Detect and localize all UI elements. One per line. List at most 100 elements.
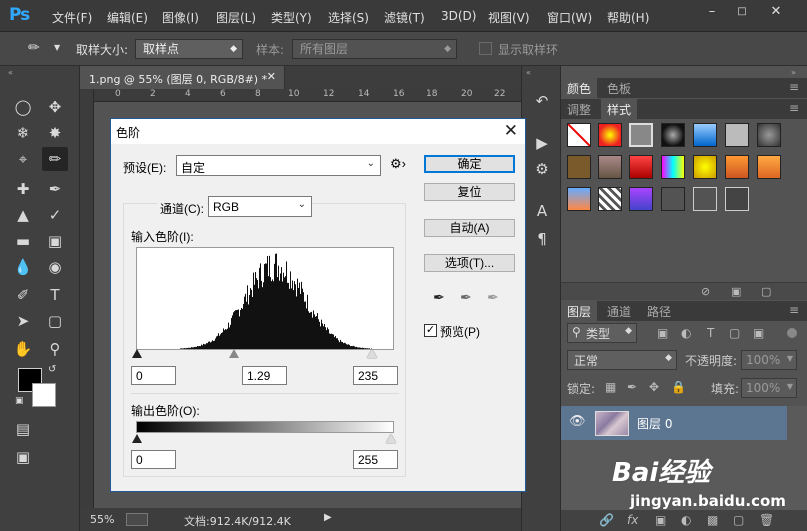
tool-preset-chevron-icon[interactable]: ▼ [54, 43, 60, 52]
style-swatch[interactable] [661, 123, 685, 147]
style-swatch[interactable] [661, 155, 685, 179]
status-info-icon[interactable] [126, 513, 148, 526]
lasso-tool-icon[interactable]: ❄ [10, 121, 36, 145]
style-swatch[interactable] [725, 123, 749, 147]
adjustment-layer-icon[interactable]: ◐ [681, 513, 691, 527]
tab-adjustments[interactable]: 调整 [561, 99, 597, 119]
style-swatch[interactable] [567, 155, 591, 179]
preview-checkbox[interactable]: ✓ [424, 324, 437, 337]
reset-button[interactable]: 复位 [424, 183, 515, 201]
sample-select[interactable]: 所有图层 ◆ [292, 39, 457, 59]
input-gamma-field[interactable]: 1.29 [242, 366, 287, 385]
menu-image[interactable]: 图像(I) [162, 9, 199, 26]
status-menu-arrow-icon[interactable]: ▶ [324, 512, 332, 523]
black-point-eyedropper-icon[interactable]: ✒ [433, 289, 445, 306]
menu-layer[interactable]: 图层(L) [216, 9, 256, 26]
preset-options-gear-icon[interactable]: ⚙› [390, 156, 406, 172]
input-black-field[interactable]: 0 [131, 366, 176, 385]
output-black-field[interactable]: 0 [131, 450, 176, 469]
clear-style-icon[interactable]: ⊘ [701, 285, 710, 298]
background-color-swatch[interactable] [32, 383, 56, 407]
layer-name[interactable]: 图层 0 [637, 415, 672, 432]
history-brush-tool-icon[interactable]: ✓ [42, 203, 68, 227]
menu-window[interactable]: 窗口(W) [547, 9, 592, 26]
clone-stamp-tool-icon[interactable]: ▲ [10, 203, 36, 227]
eyedropper-tool-icon[interactable]: ✏ [28, 40, 40, 56]
ok-button[interactable]: 确定 [424, 155, 515, 173]
style-swatch[interactable] [725, 187, 749, 211]
dialog-titlebar[interactable]: 色阶 ✕ [111, 119, 525, 144]
menu-type[interactable]: 类型(Y) [271, 9, 312, 26]
close-icon[interactable]: ✕ [504, 121, 518, 141]
input-white-field[interactable]: 235 [353, 366, 398, 385]
hand-tool-icon[interactable]: ✋ [10, 337, 36, 361]
opacity-input[interactable]: 100% ▼ [741, 350, 797, 370]
menu-filter[interactable]: 滤镜(T) [384, 9, 425, 26]
style-swatch[interactable] [757, 155, 781, 179]
style-swatch[interactable] [757, 123, 781, 147]
white-point-eyedropper-icon[interactable]: ✒ [487, 289, 499, 306]
default-colors-icon[interactable]: ▣ [15, 396, 24, 406]
magic-wand-tool-icon[interactable]: ✸ [42, 121, 68, 145]
input-gamma-slider[interactable] [229, 349, 239, 358]
healing-brush-tool-icon[interactable]: ✚ [10, 177, 36, 201]
visibility-eye-icon[interactable]: 👁 [569, 414, 586, 429]
channel-select[interactable]: RGB ⌄ [208, 196, 312, 217]
tab-color[interactable]: 颜色 [561, 78, 598, 98]
style-swatch[interactable] [598, 187, 622, 211]
style-swatch[interactable] [567, 187, 591, 211]
layer-row[interactable]: 👁 图层 0 [561, 406, 787, 440]
style-swatch[interactable] [693, 155, 717, 179]
link-layers-icon[interactable]: 🔗 [599, 513, 614, 527]
input-black-slider[interactable] [132, 349, 142, 358]
panel-menu-icon[interactable]: ≡ [783, 99, 805, 119]
fill-input[interactable]: 100% ▼ [741, 378, 797, 398]
zoom-level[interactable]: 55% [90, 513, 114, 526]
actions-panel-icon[interactable]: ▶ [529, 132, 555, 154]
delete-layer-icon[interactable]: 🗑 [759, 513, 774, 527]
output-black-slider[interactable] [132, 434, 142, 443]
collapse-icon[interactable]: » [791, 68, 796, 77]
style-swatch[interactable] [598, 155, 622, 179]
layer-kind-filter[interactable]: ⚲ 类型 ◆ [567, 323, 637, 343]
filter-pixel-icon[interactable]: ▣ [657, 326, 668, 340]
collapse-icon[interactable]: « [8, 68, 13, 77]
gradient-tool-icon[interactable]: ▣ [42, 229, 68, 253]
output-white-slider[interactable] [386, 434, 396, 443]
collapse-icon[interactable]: « [526, 68, 531, 77]
blur-tool-icon[interactable]: 💧 [10, 255, 36, 279]
style-swatch-none[interactable] [567, 123, 591, 147]
style-swatch[interactable] [693, 187, 717, 211]
tab-styles[interactable]: 样式 [601, 99, 638, 119]
maximize-icon[interactable]: □ [730, 3, 754, 21]
tab-layers[interactable]: 图层 [561, 301, 598, 321]
minimize-icon[interactable]: – [700, 3, 724, 21]
pen-tool-icon[interactable]: ✐ [10, 283, 36, 307]
menu-3d[interactable]: 3D(D) [441, 9, 476, 23]
quick-mask-icon[interactable]: ▤ [10, 417, 36, 441]
new-layer-icon[interactable]: ▢ [733, 513, 744, 527]
type-tool-icon[interactable]: T [42, 283, 68, 307]
rectangle-tool-icon[interactable]: ▢ [42, 309, 68, 333]
filter-adjustment-icon[interactable]: ◐ [681, 326, 691, 340]
document-tab[interactable]: 1.png @ 55% (图层 0, RGB/8#) * ✕ [80, 66, 285, 89]
filter-shape-icon[interactable]: ▢ [729, 326, 740, 340]
marquee-tool-icon[interactable]: ◯ [10, 95, 36, 119]
history-panel-icon[interactable]: ↶ [529, 90, 555, 112]
style-swatch[interactable] [629, 123, 653, 147]
menu-select[interactable]: 选择(S) [328, 9, 369, 26]
tab-swatches[interactable]: 色板 [601, 78, 637, 98]
crop-tool-icon[interactable]: ⌖ [10, 147, 36, 171]
eraser-tool-icon[interactable]: ▬ [10, 229, 36, 253]
filter-type-icon[interactable]: T [707, 326, 714, 340]
style-swatch[interactable] [598, 123, 622, 147]
style-swatch[interactable] [629, 187, 653, 211]
swap-colors-icon[interactable]: ↺ [48, 364, 56, 375]
tab-paths[interactable]: 路径 [641, 301, 677, 321]
new-style-icon[interactable]: ▣ [731, 285, 741, 298]
blend-mode-select[interactable]: 正常 ◆ [567, 350, 677, 370]
output-white-field[interactable]: 255 [353, 450, 398, 469]
filter-toggle-icon[interactable] [787, 328, 797, 338]
brush-tool-icon[interactable]: ✒ [42, 177, 68, 201]
group-folder-icon[interactable]: ▩ [707, 513, 718, 527]
